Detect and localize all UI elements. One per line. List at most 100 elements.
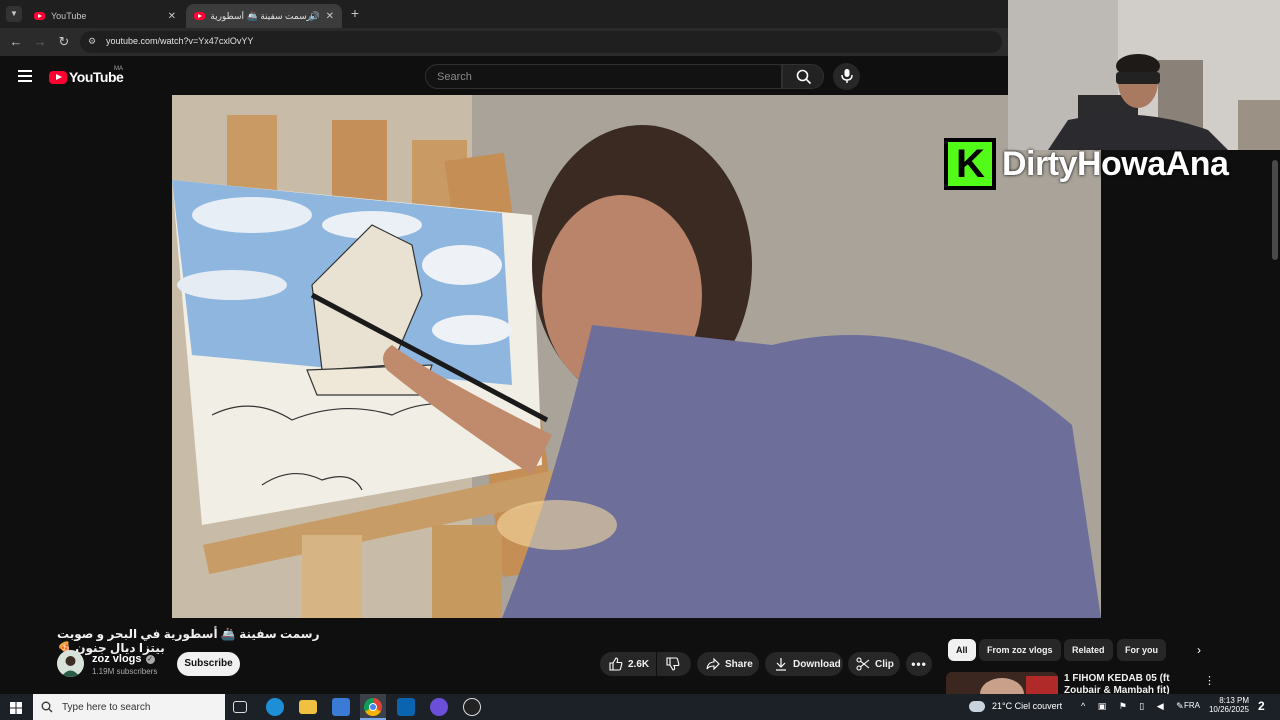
audio-playing-icon[interactable]: 🔊 [309, 11, 320, 22]
page-scrollbar[interactable] [1272, 160, 1278, 260]
chip-all[interactable]: All [948, 639, 976, 661]
app-icon[interactable] [430, 698, 448, 716]
outlook-icon[interactable] [397, 698, 415, 716]
subscribe-button[interactable]: Subscribe [177, 652, 240, 676]
streamer-name: DirtyHowaAna [1002, 144, 1229, 183]
youtube-favicon-icon [194, 12, 205, 20]
clock-time: 8:13 PM [1219, 696, 1249, 705]
related-video-title[interactable]: 1 FIHOM KEDAB 05 (ft Zoubair & Mambah fi… [1064, 673, 1200, 695]
task-view-icon[interactable] [233, 701, 247, 713]
reload-button[interactable]: ↻ [56, 34, 72, 50]
kick-logo-letter: K [956, 142, 985, 186]
scissors-icon [856, 657, 870, 671]
youtube-logo[interactable]: YouTube MA [49, 66, 124, 85]
search-box[interactable] [425, 64, 782, 89]
kick-logo-icon: K [944, 138, 996, 190]
thumbs-down-icon [666, 657, 680, 671]
close-tab-icon[interactable]: ✕ [326, 11, 334, 22]
more-actions-button[interactable]: ••• [906, 652, 932, 676]
clock-date: 10/26/2025 [1208, 705, 1249, 714]
notification-badge: 2 [1258, 699, 1265, 713]
chevron-down-icon: ▼ [10, 9, 18, 18]
tab-list-dropdown[interactable]: ▼ [6, 6, 22, 22]
input-language[interactable]: FRA [1184, 701, 1200, 710]
more-vertical-icon: ⋮ [1204, 675, 1215, 687]
start-button[interactable] [10, 701, 22, 714]
site-info-icon[interactable]: ⚙ [88, 36, 96, 47]
streamer-webcam [1008, 0, 1280, 150]
windows-taskbar: 21°C Ciel couvert ^ ▣ ⚑ ▯ ◀ ✎ FRA 8:13 P… [0, 694, 1280, 720]
share-icon [706, 657, 720, 671]
menu-icon[interactable] [18, 70, 32, 82]
voice-search-button[interactable] [833, 63, 860, 90]
search-icon [41, 701, 53, 713]
thumbs-up-icon [609, 657, 623, 671]
forward-button[interactable]: → [32, 34, 48, 50]
related-video-menu-button[interactable]: ⋮ [1204, 674, 1215, 688]
youtube-play-icon [49, 70, 67, 84]
youtube-favicon-icon [34, 12, 45, 20]
thumbnail-image [946, 672, 1058, 694]
browser-toolbar: ← → ↻ ⚙ youtube.com/watch?v=Yx47cxlOvYY [0, 28, 1008, 56]
chips-next-button[interactable]: › [1190, 641, 1208, 659]
microphone-icon [841, 69, 853, 83]
address-bar[interactable]: ⚙ youtube.com/watch?v=Yx47cxlOvYY [80, 31, 1002, 53]
microsoft-store-icon[interactable] [332, 698, 350, 716]
download-button[interactable]: Download [765, 652, 843, 676]
channel-name-link[interactable]: zoz vlogs ✓ [92, 653, 155, 665]
taskbar-search-input[interactable] [62, 701, 222, 713]
share-label: Share [725, 658, 753, 670]
plus-icon: + [350, 5, 360, 21]
webcam-frame [1008, 0, 1280, 150]
file-explorer-icon[interactable] [299, 700, 317, 714]
chip-related[interactable]: Related [1064, 639, 1113, 661]
subscriber-count: 1.19M subscribers [92, 667, 158, 676]
verified-icon: ✓ [145, 654, 155, 664]
chrome-taskbar-button[interactable] [360, 694, 386, 720]
notification-center-button[interactable]: 2 [1252, 699, 1274, 715]
obs-icon[interactable] [463, 698, 481, 716]
country-code: MA [114, 66, 123, 72]
chip-for-you[interactable]: For you [1117, 639, 1166, 661]
taskbar-clock[interactable]: 8:13 PM 10/26/2025 [1205, 696, 1249, 714]
weather-icon [969, 701, 985, 712]
arrow-left-icon: ← [9, 34, 23, 49]
taskbar-search[interactable] [33, 694, 225, 720]
chrome-icon [364, 698, 382, 716]
share-button[interactable]: Share [697, 652, 759, 676]
chevron-right-icon: › [1197, 643, 1201, 657]
like-button[interactable]: 2.6K [600, 652, 656, 676]
video-title: رسمت سفينة 🚢 أسطورية في البحر و صوبت بيت… [57, 627, 320, 655]
browser-tab-bar: ▼ YouTube ✕ رسمت سفينة 🚢 أسطورية ف 🔊 ✕ + [0, 0, 1008, 28]
download-label: Download [793, 658, 841, 670]
search-button[interactable] [782, 64, 824, 89]
system-tray-icons[interactable]: ^ ▣ ⚑ ▯ ◀ ✎ [1081, 701, 1189, 712]
dislike-button[interactable] [657, 652, 691, 676]
windows-logo-icon [10, 702, 22, 714]
new-tab-button[interactable]: + [347, 5, 363, 21]
channel-avatar[interactable] [57, 650, 84, 677]
browser-tab-youtube[interactable]: YouTube ✕ [26, 4, 184, 28]
channel-name: zoz vlogs [92, 653, 142, 665]
more-horizontal-icon: ••• [911, 657, 927, 671]
arrow-right-icon: → [33, 34, 47, 49]
search-icon [796, 69, 812, 85]
youtube-header: YouTube MA [0, 57, 1008, 95]
download-icon [776, 658, 786, 671]
kick-overlay: K DirtyHowaAna [944, 138, 1278, 190]
edge-icon[interactable] [266, 698, 284, 716]
related-video-thumbnail[interactable] [946, 672, 1058, 694]
clip-label: Clip [875, 658, 894, 670]
tab-title: YouTube [51, 11, 87, 21]
chip-from-channel[interactable]: From zoz vlogs [979, 639, 1061, 661]
tab-title: رسمت سفينة 🚢 أسطورية ف [211, 10, 311, 21]
like-count: 2.6K [628, 658, 650, 670]
url-text[interactable]: youtube.com/watch?v=Yx47cxlOvYY [106, 36, 253, 46]
weather-text[interactable]: 21°C Ciel couvert [992, 701, 1062, 711]
close-tab-icon[interactable]: ✕ [168, 11, 176, 22]
avatar-image [57, 650, 84, 677]
clip-button[interactable]: Clip [848, 652, 900, 676]
browser-tab-video[interactable]: رسمت سفينة 🚢 أسطورية ف 🔊 ✕ [186, 4, 342, 28]
back-button[interactable]: ← [8, 34, 24, 50]
search-input[interactable] [426, 65, 781, 88]
